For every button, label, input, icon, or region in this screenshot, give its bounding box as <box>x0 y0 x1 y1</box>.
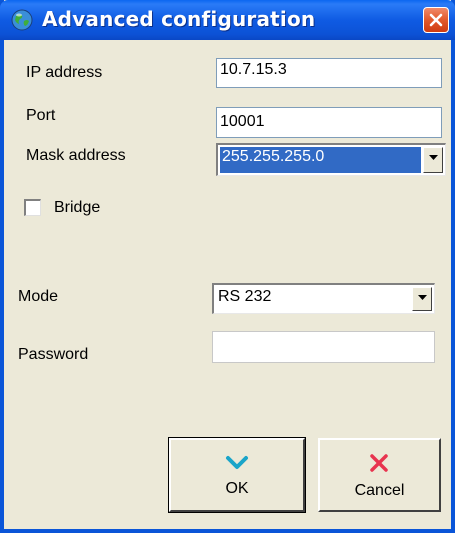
mode-dropdown[interactable]: RS 232 <box>212 283 435 314</box>
port-input[interactable]: 10001 <box>216 107 442 138</box>
port-value: 10001 <box>220 113 265 130</box>
mask-address-dropdown-button[interactable] <box>423 147 443 173</box>
advanced-configuration-dialog: Advanced configuration IP address 10.7.1… <box>0 0 455 533</box>
checkmark-icon <box>226 456 248 469</box>
ip-address-label: IP address <box>26 64 103 81</box>
mode-label: Mode <box>18 288 59 305</box>
bridge-label: Bridge <box>54 199 101 216</box>
ip-address-value: 10.7.15.3 <box>220 61 287 78</box>
close-button[interactable] <box>423 7 449 33</box>
bridge-checkbox[interactable] <box>24 199 41 216</box>
x-mark-icon <box>370 454 388 472</box>
globe-icon <box>10 8 34 32</box>
ok-button-label: OK <box>225 480 249 497</box>
ok-button[interactable]: OK <box>168 437 306 513</box>
password-label: Password <box>18 346 89 363</box>
window-title: Advanced configuration <box>42 7 316 31</box>
title-bar[interactable]: Advanced configuration <box>0 0 455 40</box>
cancel-button[interactable]: Cancel <box>318 438 441 512</box>
mode-value: RS 232 <box>218 288 272 305</box>
mask-address-dropdown[interactable]: 255.255.255.0 <box>216 143 446 176</box>
mask-address-value: 255.255.255.0 <box>220 147 421 173</box>
port-label: Port <box>26 107 56 124</box>
chevron-down-icon <box>418 295 427 300</box>
mask-address-label: Mask address <box>26 147 126 164</box>
close-icon <box>429 13 443 27</box>
password-input[interactable] <box>212 331 435 363</box>
mode-dropdown-button[interactable] <box>412 287 432 311</box>
chevron-down-icon <box>429 155 438 160</box>
cancel-button-label: Cancel <box>354 482 405 499</box>
ip-address-input[interactable]: 10.7.15.3 <box>216 58 442 88</box>
